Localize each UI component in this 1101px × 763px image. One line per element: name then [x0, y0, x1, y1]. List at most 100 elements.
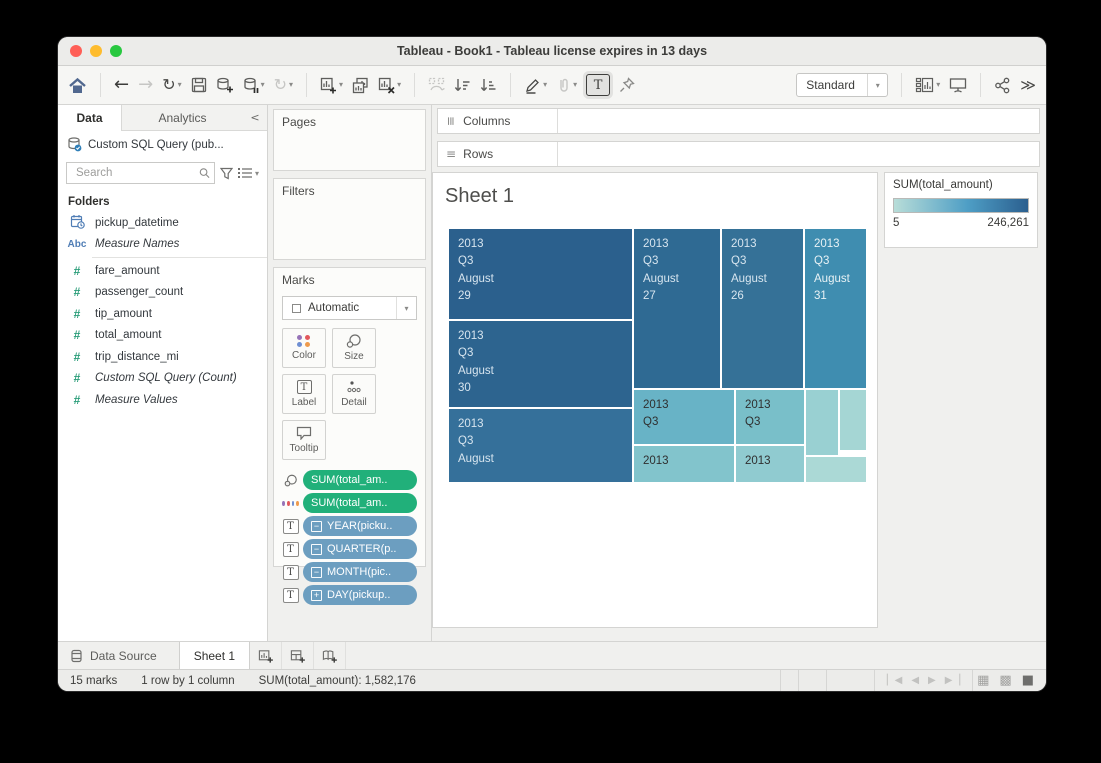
screen: Tableau - Book1 - Tableau license expire…	[0, 0, 1101, 763]
presentation-mode-icon[interactable]	[949, 77, 967, 93]
new-datasource-icon[interactable]	[216, 77, 234, 94]
expand-hierarchy-icon[interactable]: +	[311, 590, 322, 601]
detail-button[interactable]: Detail	[332, 374, 376, 414]
search-box[interactable]	[66, 162, 215, 184]
filter-fields-icon[interactable]	[220, 167, 233, 180]
status-aggregate: SUM(total_amount): 1,582,176	[259, 675, 416, 687]
label-button[interactable]: T Label	[282, 374, 326, 414]
pause-updates-icon[interactable]: ▾	[243, 77, 265, 94]
pin-icon[interactable]	[619, 77, 635, 93]
treemap-cell[interactable]: 2013	[736, 446, 804, 482]
share-icon[interactable]	[994, 77, 1011, 94]
treemap-cell[interactable]: 2013 Q3 August 31	[805, 229, 866, 388]
sort-descending-icon[interactable]	[480, 77, 497, 93]
last-page-icon[interactable]: ▶▕	[945, 675, 960, 686]
forward-icon[interactable]: →	[138, 76, 153, 94]
show-sheet-icon[interactable]: ■	[1022, 673, 1034, 688]
size-button[interactable]: Size	[332, 328, 376, 368]
color-icon	[297, 335, 311, 347]
paperclip-icon[interactable]: ▾	[556, 77, 577, 94]
highlight-icon[interactable]: ▾	[524, 77, 547, 94]
field-sql-count[interactable]: # Custom SQL Query (Count)	[58, 368, 267, 390]
pill-year-pickup[interactable]: −YEAR(picku..	[303, 516, 417, 536]
calendar-clock-icon	[66, 214, 88, 232]
color-legend[interactable]: SUM(total_amount) 5 246,261	[884, 172, 1038, 248]
first-page-icon[interactable]: ▏◀	[887, 675, 902, 686]
collapse-hierarchy-icon[interactable]: −	[311, 521, 322, 532]
pill-sum-total-amount-color[interactable]: SUM(total_am..	[303, 493, 417, 513]
field-label: pickup_datetime	[95, 217, 179, 229]
hash-icon: #	[66, 264, 88, 278]
rows-shelf[interactable]: ≡Rows	[437, 141, 1040, 167]
show-tabs-icon[interactable]: ▦	[977, 673, 989, 688]
clear-sheet-icon[interactable]: ▾	[378, 77, 401, 94]
show-filmstrip-icon[interactable]: ▩	[999, 673, 1011, 688]
show-mark-labels-button[interactable]: T	[586, 74, 610, 96]
treemap-cell[interactable]: 2013 Q3 August 26	[722, 229, 803, 388]
previous-page-icon[interactable]: ◀	[911, 675, 919, 686]
pill-month-pickup[interactable]: −MONTH(pic..	[303, 562, 417, 582]
collapse-pane-icon[interactable]: <	[243, 105, 267, 131]
pill-quarter-pickup[interactable]: −QUARTER(p..	[303, 539, 417, 559]
fit-selector-caret: ▾	[867, 74, 887, 96]
treemap-cell[interactable]: 2013 Q3 August 27	[634, 229, 720, 388]
swap-rows-columns-icon[interactable]	[428, 77, 445, 94]
pill-sum-total-amount-size[interactable]: SUM(total_am..	[303, 470, 417, 490]
new-worksheet-icon[interactable]: ▾	[320, 77, 343, 94]
new-story-tab-icon[interactable]	[314, 642, 346, 669]
datasource-row[interactable]: Custom SQL Query (pub...	[58, 131, 267, 158]
search-input[interactable]	[74, 166, 199, 180]
treemap-cell[interactable]: 2013 Q3	[736, 390, 804, 444]
show-cards-icon[interactable]: ▾	[915, 77, 940, 93]
view-list-icon[interactable]: ▾	[238, 167, 259, 179]
back-icon[interactable]: ←	[114, 76, 129, 94]
treemap-cell[interactable]: 2013 Q3 August	[449, 409, 632, 482]
tab-data[interactable]: Data	[58, 105, 122, 131]
tab-analytics[interactable]: Analytics	[122, 105, 243, 131]
field-total-amount[interactable]: # total_amount	[58, 325, 267, 347]
pages-shelf[interactable]: Pages	[273, 109, 426, 171]
field-measure-names[interactable]: Abc Measure Names	[58, 234, 267, 256]
treemap-cell[interactable]	[806, 457, 866, 482]
field-fare-amount[interactable]: # fare_amount	[58, 260, 267, 282]
toolbar-overflow-icon[interactable]: ≫	[1020, 78, 1036, 93]
columns-shelf[interactable]: ≡Columns	[437, 108, 1040, 134]
home-icon[interactable]	[68, 77, 87, 94]
field-pickup-datetime[interactable]: pickup_datetime	[58, 212, 267, 234]
tab-sheet1[interactable]: Sheet 1	[179, 642, 250, 669]
tooltip-button[interactable]: Tooltip	[282, 420, 326, 460]
search-icon	[199, 167, 210, 179]
treemap-cell[interactable]: 2013	[634, 446, 734, 482]
run-update-icon[interactable]: ↻▾	[274, 77, 293, 93]
legend-title: SUM(total_amount)	[893, 179, 1029, 191]
mark-type-dropdown[interactable]: Automatic ▾	[282, 296, 417, 320]
tab-data-source[interactable]: Data Source	[58, 642, 179, 669]
treemap-cell[interactable]: 2013 Q3	[634, 390, 734, 444]
collapse-hierarchy-icon[interactable]: −	[311, 567, 322, 578]
field-passenger-count[interactable]: # passenger_count	[58, 282, 267, 304]
hash-icon: #	[66, 285, 88, 299]
color-button[interactable]: Color	[282, 328, 326, 368]
pill-day-pickup[interactable]: +DAY(pickup..	[303, 585, 417, 605]
duplicate-sheet-icon[interactable]	[352, 77, 369, 94]
filters-shelf[interactable]: Filters	[273, 178, 426, 260]
fit-selector[interactable]: Standard ▾	[796, 73, 888, 97]
treemap-cell[interactable]: 2013 Q3 August 29	[449, 229, 632, 319]
new-worksheet-tab-icon[interactable]	[250, 642, 282, 669]
field-tip-amount[interactable]: # tip_amount	[58, 303, 267, 325]
pill-row: T −MONTH(pic..	[282, 562, 417, 582]
treemap-cell[interactable]	[840, 390, 866, 450]
next-page-icon[interactable]: ▶	[928, 675, 936, 686]
collapse-hierarchy-icon[interactable]: −	[311, 544, 322, 555]
field-trip-distance[interactable]: # trip_distance_mi	[58, 346, 267, 368]
sort-ascending-icon[interactable]	[454, 77, 471, 93]
treemap-cell[interactable]	[806, 390, 838, 455]
save-icon[interactable]	[191, 77, 207, 93]
field-measure-values[interactable]: # Measure Values	[58, 389, 267, 411]
replay-icon[interactable]: ↻▾	[162, 77, 181, 93]
pages-label: Pages	[282, 115, 316, 129]
treemap-cell[interactable]: 2013 Q3 August 30	[449, 321, 632, 407]
new-dashboard-tab-icon[interactable]	[282, 642, 314, 669]
color-icon	[282, 501, 299, 506]
datasource-icon	[67, 137, 82, 152]
